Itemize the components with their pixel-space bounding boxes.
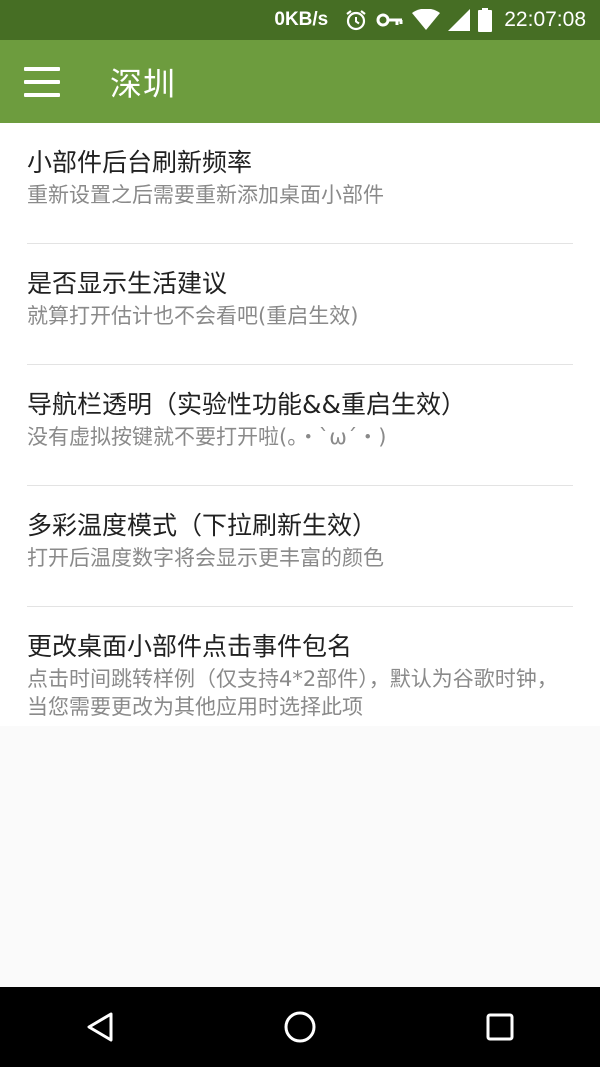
setting-colorful-temperature-mode[interactable]: 多彩温度模式（下拉刷新生效） 打开后温度数字将会显示更丰富的颜色 — [27, 486, 573, 607]
setting-subtitle: 就算打开估计也不会看吧(重启生效) — [27, 304, 359, 328]
navigation-bar — [0, 987, 600, 1067]
setting-title: 小部件后台刷新频率 — [27, 148, 253, 177]
setting-widget-refresh-frequency[interactable]: 小部件后台刷新频率 重新设置之后需要重新添加桌面小部件 — [27, 123, 573, 244]
page-title: 深圳 — [110, 64, 177, 103]
setting-title: 更改桌面小部件点击事件包名 — [27, 632, 353, 661]
back-icon[interactable] — [65, 992, 135, 1062]
setting-subtitle: 没有虚拟按键就不要打开啦(。・`ω´・) — [27, 425, 387, 449]
vpn-key-icon — [376, 10, 404, 30]
signal-icon — [448, 9, 471, 31]
setting-widget-click-package[interactable]: 更改桌面小部件点击事件包名 点击时间跳转样例（仅支持4*2部件），默认为谷歌时钟… — [27, 607, 573, 726]
recents-icon[interactable] — [465, 992, 535, 1062]
network-speed: 0KB/s — [274, 9, 329, 30]
setting-subtitle: 打开后温度数字将会显示更丰富的颜色 — [27, 546, 384, 570]
setting-show-life-suggestions[interactable]: 是否显示生活建议 就算打开估计也不会看吧(重启生效) — [27, 244, 573, 365]
setting-subtitle: 点击时间跳转样例（仅支持4*2部件），默认为谷歌时钟，当您需要更改为其他应用时选… — [27, 667, 558, 719]
wifi-icon — [412, 9, 441, 31]
alarm-icon — [344, 8, 368, 32]
settings-list: 小部件后台刷新频率 重新设置之后需要重新添加桌面小部件 是否显示生活建议 就算打… — [0, 123, 600, 726]
battery-icon — [478, 8, 493, 32]
setting-title: 多彩温度模式（下拉刷新生效） — [27, 511, 378, 540]
home-icon[interactable] — [265, 992, 335, 1062]
setting-subtitle: 重新设置之后需要重新添加桌面小部件 — [27, 183, 384, 207]
app-bar: 深圳 — [0, 40, 600, 123]
setting-title: 导航栏透明（实验性功能&&重启生效） — [27, 390, 466, 419]
setting-transparent-navbar[interactable]: 导航栏透明（实验性功能&&重启生效） 没有虚拟按键就不要打开啦(。・`ω´・) — [27, 365, 573, 486]
status-time: 22:07:08 — [504, 8, 586, 31]
setting-title: 是否显示生活建议 — [27, 269, 228, 298]
status-bar: 0KB/s 22:07:08 — [0, 0, 600, 40]
hamburger-menu-icon[interactable] — [24, 66, 60, 97]
